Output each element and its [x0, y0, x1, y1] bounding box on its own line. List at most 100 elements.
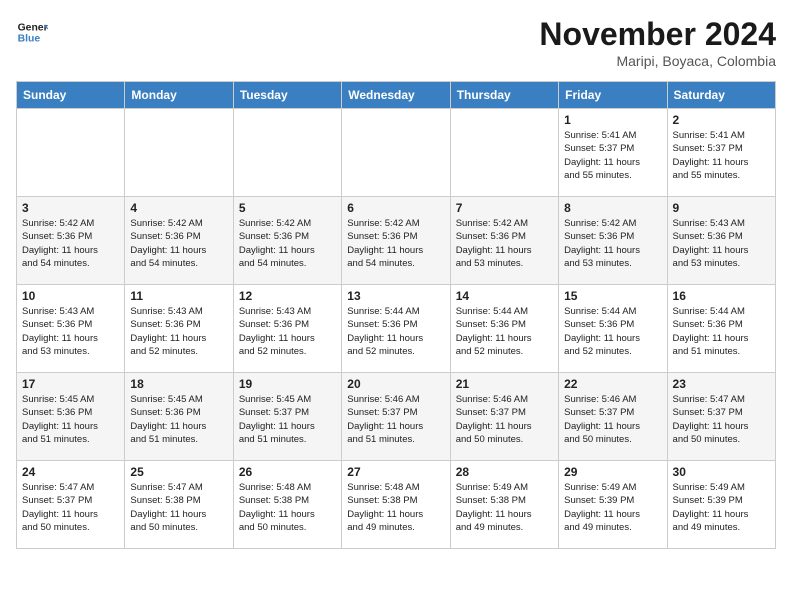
calendar-week-5: 24Sunrise: 5:47 AM Sunset: 5:37 PM Dayli… [17, 461, 776, 549]
day-info: Sunrise: 5:45 AM Sunset: 5:37 PM Dayligh… [239, 393, 336, 446]
calendar-week-1: 1 Sunrise: 5:41 AM Sunset: 5:37 PM Daylig… [17, 109, 776, 197]
day-number: 16 [673, 289, 770, 303]
day-info: Sunrise: 5:42 AM Sunset: 5:36 PM Dayligh… [347, 217, 444, 270]
day-number: 28 [456, 465, 553, 479]
calendar-cell: 20 Sunrise: 5:46 AM Sunset: 5:37 PM Dayli… [342, 373, 450, 461]
calendar-cell: 26Sunrise: 5:48 AM Sunset: 5:38 PM Dayli… [233, 461, 341, 549]
day-info: Sunrise: 5:45 AM Sunset: 5:36 PM Dayligh… [130, 393, 227, 446]
day-number: 3 [22, 201, 119, 215]
day-info: Sunrise: 5:49 AM Sunset: 5:39 PM Dayligh… [673, 481, 770, 534]
day-info: Sunrise: 5:47 AM Sunset: 5:38 PM Dayligh… [130, 481, 227, 534]
day-number: 14 [456, 289, 553, 303]
day-info: Sunrise: 5:42 AM Sunset: 5:36 PM Dayligh… [130, 217, 227, 270]
day-number: 1 [564, 113, 661, 127]
calendar-cell: 4 Sunrise: 5:42 AM Sunset: 5:36 PM Daylig… [125, 197, 233, 285]
day-number: 19 [239, 377, 336, 391]
svg-text:General: General [18, 22, 48, 33]
day-info: Sunrise: 5:43 AM Sunset: 5:36 PM Dayligh… [239, 305, 336, 358]
day-number: 18 [130, 377, 227, 391]
calendar-cell: 27 Sunrise: 5:48 AM Sunset: 5:38 PM Dayli… [342, 461, 450, 549]
day-info: Sunrise: 5:46 AM Sunset: 5:37 PM Dayligh… [456, 393, 553, 446]
logo-icon: General Blue [16, 16, 48, 48]
calendar-body: 1 Sunrise: 5:41 AM Sunset: 5:37 PM Daylig… [17, 109, 776, 549]
calendar-cell: 12 Sunrise: 5:43 AM Sunset: 5:36 PM Dayli… [233, 285, 341, 373]
day-info: Sunrise: 5:48 AM Sunset: 5:38 PM Dayligh… [347, 481, 444, 534]
calendar-cell [450, 109, 558, 197]
weekday-header-monday: Monday [125, 82, 233, 109]
day-info: Sunrise: 5:43 AM Sunset: 5:36 PM Dayligh… [130, 305, 227, 358]
calendar-cell [342, 109, 450, 197]
day-number: 29 [564, 465, 661, 479]
calendar-cell: 5 Sunrise: 5:42 AM Sunset: 5:36 PM Daylig… [233, 197, 341, 285]
calendar-cell: 23Sunrise: 5:47 AM Sunset: 5:37 PM Dayli… [667, 373, 775, 461]
weekday-header-sunday: Sunday [17, 82, 125, 109]
day-info: Sunrise: 5:46 AM Sunset: 5:37 PM Dayligh… [347, 393, 444, 446]
weekday-header-thursday: Thursday [450, 82, 558, 109]
day-info: Sunrise: 5:49 AM Sunset: 5:39 PM Dayligh… [564, 481, 661, 534]
calendar-cell: 29 Sunrise: 5:49 AM Sunset: 5:39 PM Dayli… [559, 461, 667, 549]
day-info: Sunrise: 5:45 AM Sunset: 5:36 PM Dayligh… [22, 393, 119, 446]
day-number: 17 [22, 377, 119, 391]
day-info: Sunrise: 5:49 AM Sunset: 5:38 PM Dayligh… [456, 481, 553, 534]
day-number: 21 [456, 377, 553, 391]
day-number: 8 [564, 201, 661, 215]
day-number: 6 [347, 201, 444, 215]
location-subtitle: Maripi, Boyaca, Colombia [539, 53, 776, 69]
calendar-cell: 15 Sunrise: 5:44 AM Sunset: 5:36 PM Dayli… [559, 285, 667, 373]
weekday-header-row: SundayMondayTuesdayWednesdayThursdayFrid… [17, 82, 776, 109]
day-number: 25 [130, 465, 227, 479]
day-number: 20 [347, 377, 444, 391]
calendar-cell: 17 Sunrise: 5:45 AM Sunset: 5:36 PM Dayli… [17, 373, 125, 461]
day-info: Sunrise: 5:44 AM Sunset: 5:36 PM Dayligh… [564, 305, 661, 358]
calendar-table: SundayMondayTuesdayWednesdayThursdayFrid… [16, 81, 776, 549]
month-title: November 2024 [539, 16, 776, 53]
day-number: 30 [673, 465, 770, 479]
calendar-cell [233, 109, 341, 197]
calendar-cell: 1Sunrise: 5:41 AM Sunset: 5:37 PM Daylig… [559, 109, 667, 197]
day-number: 15 [564, 289, 661, 303]
calendar-cell: 14Sunrise: 5:44 AM Sunset: 5:36 PM Dayli… [450, 285, 558, 373]
day-number: 4 [130, 201, 227, 215]
calendar-cell [125, 109, 233, 197]
calendar-week-3: 10Sunrise: 5:43 AM Sunset: 5:36 PM Dayli… [17, 285, 776, 373]
weekday-header-tuesday: Tuesday [233, 82, 341, 109]
calendar-cell: 30 Sunrise: 5:49 AM Sunset: 5:39 PM Dayli… [667, 461, 775, 549]
calendar-cell: 9Sunrise: 5:43 AM Sunset: 5:36 PM Daylig… [667, 197, 775, 285]
title-block: November 2024 Maripi, Boyaca, Colombia [539, 16, 776, 69]
day-number: 5 [239, 201, 336, 215]
calendar-cell: 19 Sunrise: 5:45 AM Sunset: 5:37 PM Dayli… [233, 373, 341, 461]
day-info: Sunrise: 5:41 AM Sunset: 5:37 PM Dayligh… [673, 129, 770, 182]
calendar-cell: 13Sunrise: 5:44 AM Sunset: 5:36 PM Dayli… [342, 285, 450, 373]
calendar-week-4: 17 Sunrise: 5:45 AM Sunset: 5:36 PM Dayli… [17, 373, 776, 461]
calendar-cell: 2 Sunrise: 5:41 AM Sunset: 5:37 PM Daylig… [667, 109, 775, 197]
svg-text:Blue: Blue [18, 34, 41, 45]
calendar-cell [17, 109, 125, 197]
calendar-cell: 25 Sunrise: 5:47 AM Sunset: 5:38 PM Dayli… [125, 461, 233, 549]
day-info: Sunrise: 5:46 AM Sunset: 5:37 PM Dayligh… [564, 393, 661, 446]
calendar-cell: 7Sunrise: 5:42 AM Sunset: 5:36 PM Daylig… [450, 197, 558, 285]
day-number: 11 [130, 289, 227, 303]
day-info: Sunrise: 5:44 AM Sunset: 5:36 PM Dayligh… [673, 305, 770, 358]
day-info: Sunrise: 5:43 AM Sunset: 5:36 PM Dayligh… [22, 305, 119, 358]
logo: General Blue [16, 16, 48, 48]
day-number: 26 [239, 465, 336, 479]
day-info: Sunrise: 5:42 AM Sunset: 5:36 PM Dayligh… [239, 217, 336, 270]
calendar-cell: 16 Sunrise: 5:44 AM Sunset: 5:36 PM Dayli… [667, 285, 775, 373]
weekday-header-friday: Friday [559, 82, 667, 109]
day-number: 23 [673, 377, 770, 391]
day-number: 12 [239, 289, 336, 303]
calendar-cell: 28 Sunrise: 5:49 AM Sunset: 5:38 PM Dayli… [450, 461, 558, 549]
page-header: General Blue November 2024 Maripi, Boyac… [16, 16, 776, 69]
calendar-week-2: 3 Sunrise: 5:42 AM Sunset: 5:36 PM Daylig… [17, 197, 776, 285]
day-number: 7 [456, 201, 553, 215]
calendar-cell: 22Sunrise: 5:46 AM Sunset: 5:37 PM Dayli… [559, 373, 667, 461]
day-info: Sunrise: 5:43 AM Sunset: 5:36 PM Dayligh… [673, 217, 770, 270]
calendar-cell: 10Sunrise: 5:43 AM Sunset: 5:36 PM Dayli… [17, 285, 125, 373]
weekday-header-wednesday: Wednesday [342, 82, 450, 109]
calendar-cell: 6 Sunrise: 5:42 AM Sunset: 5:36 PM Daylig… [342, 197, 450, 285]
day-number: 27 [347, 465, 444, 479]
day-number: 2 [673, 113, 770, 127]
calendar-cell: 18 Sunrise: 5:45 AM Sunset: 5:36 PM Dayli… [125, 373, 233, 461]
calendar-cell: 24Sunrise: 5:47 AM Sunset: 5:37 PM Dayli… [17, 461, 125, 549]
day-number: 24 [22, 465, 119, 479]
